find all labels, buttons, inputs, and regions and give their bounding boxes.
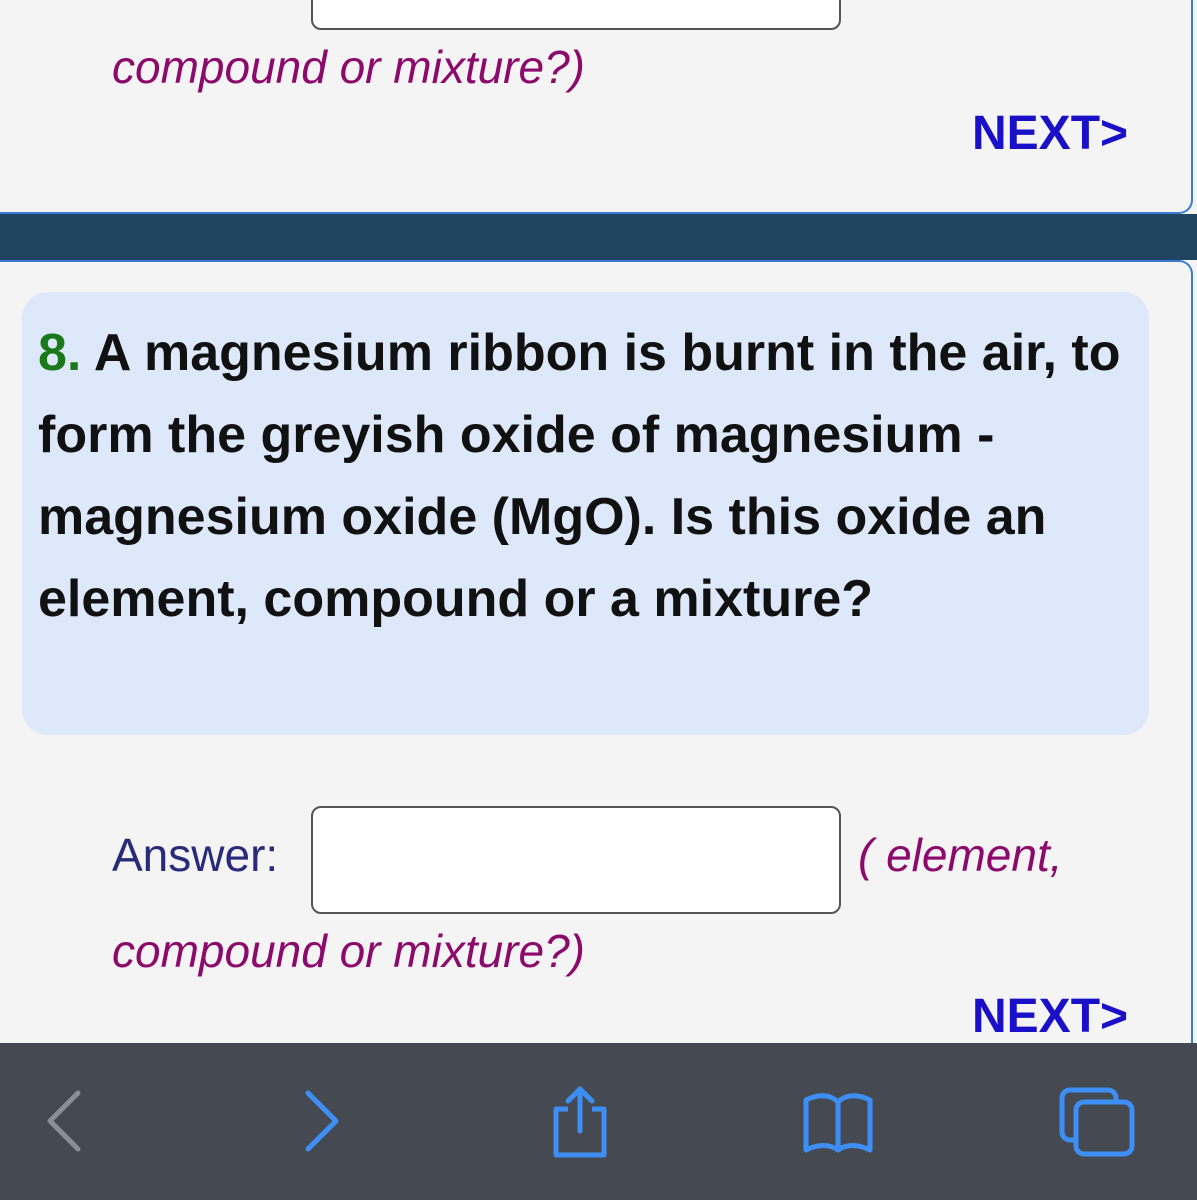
previous-answer-input[interactable] [311,0,841,30]
card-divider [0,214,1197,260]
tabs-icon[interactable] [1058,1086,1136,1158]
question-body: A magnesium ribbon is burnt in the air, … [38,324,1121,628]
answer-hint-line2: compound or mixture?) [112,925,585,977]
back-icon[interactable] [40,1085,90,1155]
answer-label: Answer: [112,829,279,881]
share-icon[interactable] [548,1083,612,1161]
question-box: 8. A magnesium ribbon is burnt in the ai… [22,292,1149,735]
forward-icon[interactable] [298,1085,348,1155]
bookmarks-icon[interactable] [802,1092,874,1154]
previous-hint: compound or mixture?) [112,41,585,93]
question-text: 8. A magnesium ribbon is burnt in the ai… [38,312,1133,640]
question-number: 8. [38,324,82,382]
answer-hint-line1: ( element, [858,829,1063,881]
next-button[interactable]: NEXT> [972,993,1128,1041]
previous-next-button[interactable]: NEXT> [972,110,1128,158]
answer-input[interactable] [311,806,841,914]
